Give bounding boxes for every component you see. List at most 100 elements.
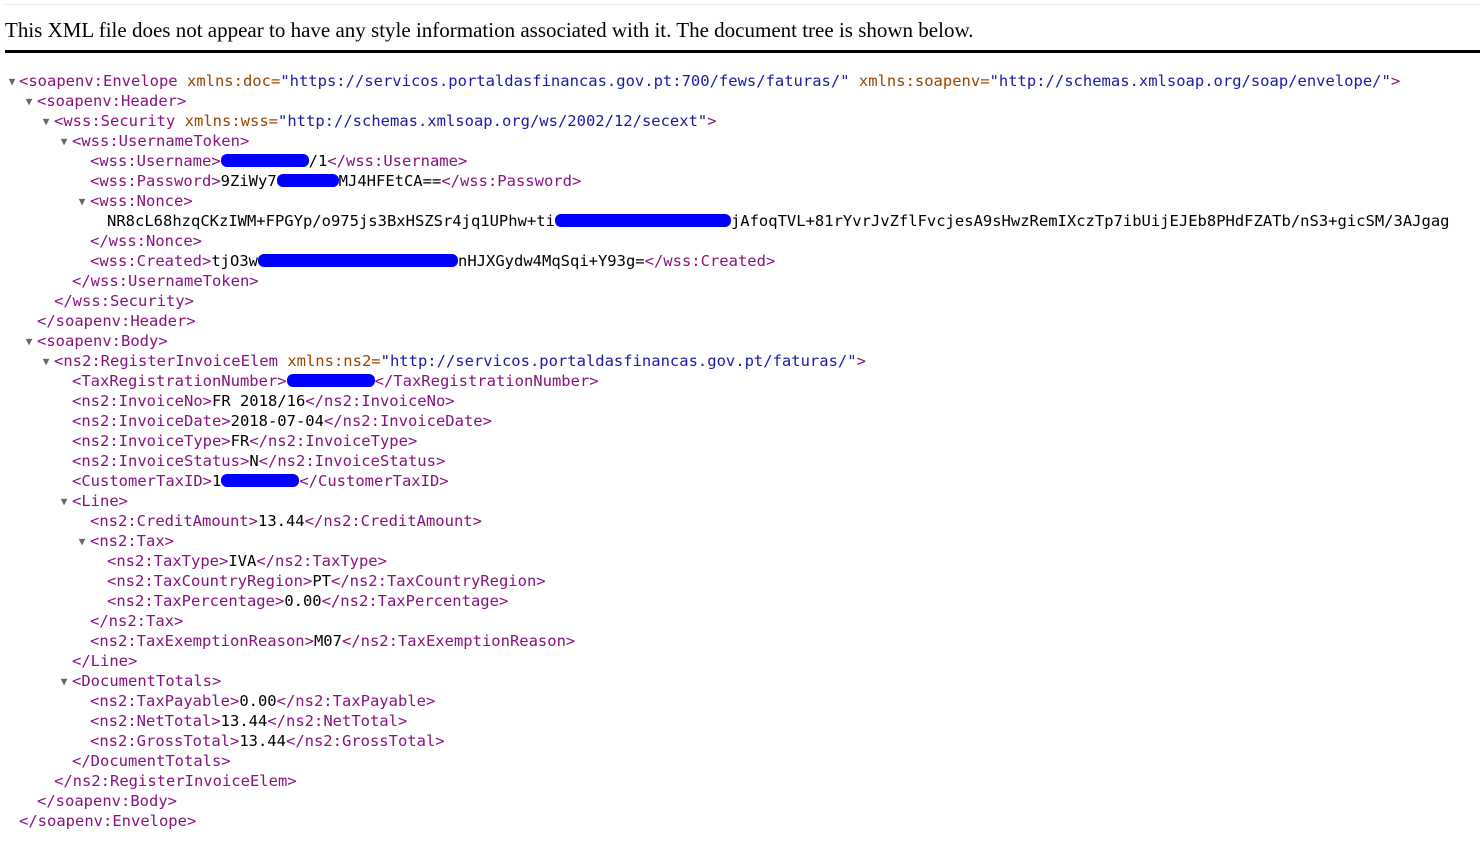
xml-row-security-open: ▼ <wss:Security xmlns:wss="http://schema… — [0, 111, 1480, 131]
xml-row-registerinvoice-close: </ns2:RegisterInvoiceElem> — [0, 771, 1480, 791]
xml-row-envelope-close: </soapenv:Envelope> — [0, 811, 1480, 831]
collapse-triangle-icon[interactable]: ▼ — [58, 491, 70, 511]
xml-row-header-close: </soapenv:Header> — [0, 311, 1480, 331]
xml-row-tax-close: </ns2:Tax> — [0, 611, 1480, 631]
xml-row-taxpercentage: <ns2:TaxPercentage>0.00</ns2:TaxPercenta… — [0, 591, 1480, 611]
attr-xmlns-ns2: xmlns:ns2= — [287, 352, 381, 370]
xml-row-documenttotals-open: ▼ <DocumentTotals> — [0, 671, 1480, 691]
xml-row-invoiceno: <ns2:InvoiceNo>FR 2018/16</ns2:InvoiceNo… — [0, 391, 1480, 411]
tax-payable-value: 0.00 — [239, 692, 277, 710]
collapse-triangle-icon[interactable]: ▼ — [23, 91, 35, 111]
tag-usernametoken-close: </wss:UsernameToken> — [72, 272, 259, 290]
redaction-mark — [276, 174, 339, 187]
collapse-triangle-icon[interactable]: ▼ — [23, 331, 35, 351]
tag-taxcountry-open: <ns2:TaxCountryRegion> — [107, 572, 313, 590]
tag-creditamount-open: <ns2:CreditAmount> — [90, 512, 258, 530]
tag-security-close: </wss:Security> — [54, 292, 194, 310]
credit-amount-value: 13.44 — [257, 512, 305, 530]
tag-password-close: </wss:Password> — [441, 172, 582, 190]
tax-percentage-value: 0.00 — [284, 592, 322, 610]
xml-row-documenttotals-close: </DocumentTotals> — [0, 751, 1480, 771]
tag-envelope-close: </soapenv:Envelope> — [19, 812, 197, 830]
xml-row-taxpayable: <ns2:TaxPayable>0.00</ns2:TaxPayable> — [0, 691, 1480, 711]
tag-password-open: <wss:Password> — [90, 172, 221, 190]
tag-customertaxid-close: </CustomerTaxID> — [299, 472, 449, 490]
xml-row-tax-open: ▼ <ns2:Tax> — [0, 531, 1480, 551]
xml-row-invoicestatus: <ns2:InvoiceStatus>N</ns2:InvoiceStatus> — [0, 451, 1480, 471]
redaction-mark — [258, 254, 458, 267]
tag-line-close: </Line> — [72, 652, 138, 670]
tag-invoicestatus-open: <ns2:InvoiceStatus> — [72, 452, 250, 470]
tag-created-close: </wss:Created> — [644, 252, 776, 270]
xml-row-registerinvoice-open: ▼ <ns2:RegisterInvoiceElem xmlns:ns2="ht… — [0, 351, 1480, 371]
tag-documenttotals-open: <DocumentTotals> — [72, 672, 222, 690]
xml-row-username: <wss:Username> /1</wss:Username> — [0, 151, 1480, 171]
tag-invoicestatus-close: </ns2:InvoiceStatus> — [258, 452, 446, 470]
xml-row-body-close: </soapenv:Body> — [0, 791, 1480, 811]
attr-xmlns-wss: xmlns:wss= — [184, 112, 278, 130]
tag-tax-open: <ns2:Tax> — [90, 532, 174, 550]
tag-grosstotal-close: </ns2:GrossTotal> — [285, 732, 445, 750]
tag-header-open: <soapenv:Header> — [37, 92, 187, 110]
username-suffix: /1 — [308, 152, 328, 170]
xml-row-taxregistrationnumber: <TaxRegistrationNumber> </TaxRegistration… — [0, 371, 1480, 391]
xml-row-nonce-close: </wss:Nonce> — [0, 231, 1480, 251]
created-prefix: tjO3w — [211, 252, 258, 270]
tag-customertaxid-open: <CustomerTaxID> — [72, 472, 212, 490]
tag-grosstotal-open: <ns2:GrossTotal> — [90, 732, 240, 750]
tag-created-open: <wss:Created> — [90, 252, 212, 270]
tag-invoicedate-close: </ns2:InvoiceDate> — [323, 412, 492, 430]
tag-invoicedate-open: <ns2:InvoiceDate> — [72, 412, 231, 430]
customer-taxid-prefix: 1 — [211, 472, 222, 490]
gross-total-value: 13.44 — [239, 732, 286, 750]
net-total-value: 13.44 — [220, 712, 268, 730]
tag-invoiceno-open: <ns2:InvoiceNo> — [72, 392, 212, 410]
redaction-mark — [286, 374, 375, 387]
tag-taxtype-open: <ns2:TaxType> — [107, 552, 229, 570]
nonce-suffix: jAfoqTVL+81rYvrJvZflFvcjesA9sHwzRemIXczT… — [730, 212, 1450, 230]
xml-row-taxtype: <ns2:TaxType>IVA</ns2:TaxType> — [0, 551, 1480, 571]
redaction-mark — [220, 154, 309, 167]
collapse-triangle-icon[interactable]: ▼ — [76, 531, 88, 551]
xml-row-body-open: ▼ <soapenv:Body> — [0, 331, 1480, 351]
tag-gt: > — [707, 112, 717, 130]
tag-body-open: <soapenv:Body> — [37, 332, 168, 350]
tax-exemption-value: M07 — [313, 632, 342, 650]
collapse-triangle-icon[interactable]: ▼ — [58, 131, 70, 151]
collapse-triangle-icon[interactable]: ▼ — [58, 671, 70, 691]
xml-row-password: <wss:Password>9ZiWy7 MJ4HFEtCA==</wss:Pas… — [0, 171, 1480, 191]
tax-country-value: PT — [312, 572, 331, 590]
tag-gt: > — [856, 352, 866, 370]
attr-value-xmlns-wss: "http://schemas.xmlsoap.org/ws/2002/12/s… — [278, 112, 708, 130]
collapse-triangle-icon[interactable]: ▼ — [76, 191, 88, 211]
tag-taxpayable-close: </ns2:TaxPayable> — [276, 692, 436, 710]
xml-row-security-close: </wss:Security> — [0, 291, 1480, 311]
attr-value-xmlns-soapenv: "http://schemas.xmlsoap.org/soap/envelop… — [989, 72, 1391, 90]
tag-usernametoken-open: <wss:UsernameToken> — [72, 132, 250, 150]
top-divider — [5, 4, 1480, 5]
xml-row-creditamount: <ns2:CreditAmount>13.44</ns2:CreditAmoun… — [0, 511, 1480, 531]
tag-gt: > — [1390, 72, 1401, 90]
collapse-triangle-icon[interactable]: ▼ — [40, 111, 52, 131]
xml-row-line-open: ▼ <Line> — [0, 491, 1480, 511]
tag-taxreg-close: </TaxRegistrationNumber> — [374, 372, 599, 390]
xml-row-taxexemptionreason: <ns2:TaxExemptionReason>M07</ns2:TaxExem… — [0, 631, 1480, 651]
tag-security-open: <wss:Security — [54, 112, 176, 130]
tag-line-open: <Line> — [72, 492, 128, 510]
collapse-triangle-icon[interactable]: ▼ — [40, 351, 52, 371]
xml-info-banner: This XML file does not appear to have an… — [5, 18, 974, 42]
tag-username-close: </wss:Username> — [327, 152, 468, 170]
xml-row-envelope-open: ▼ <soapenv:Envelope xmlns:doc="https://s… — [0, 71, 1480, 91]
attr-value-xmlns-ns2: "http://servicos.portaldasfinancas.gov.p… — [380, 352, 857, 370]
tag-taxtype-close: </ns2:TaxType> — [256, 552, 387, 570]
collapse-triangle-icon[interactable]: ▼ — [6, 71, 18, 91]
xml-document-tree: ▼ <soapenv:Envelope xmlns:doc="https://s… — [0, 71, 1480, 831]
invoice-type-value: FR — [230, 432, 250, 450]
tag-taxpercentage-close: </ns2:TaxPercentage> — [321, 592, 509, 610]
banner-divider — [5, 50, 1480, 53]
invoice-number-value: FR 2018/16 — [211, 392, 306, 410]
xml-row-grosstotal: <ns2:GrossTotal>13.44</ns2:GrossTotal> — [0, 731, 1480, 751]
tax-type-value: IVA — [228, 552, 257, 570]
nonce-prefix: NR8cL68hzqCKzIWM+FPGYp/o975js3BxHSZSr4jq… — [107, 212, 555, 230]
tag-envelope-open: <soapenv:Envelope — [19, 72, 178, 90]
